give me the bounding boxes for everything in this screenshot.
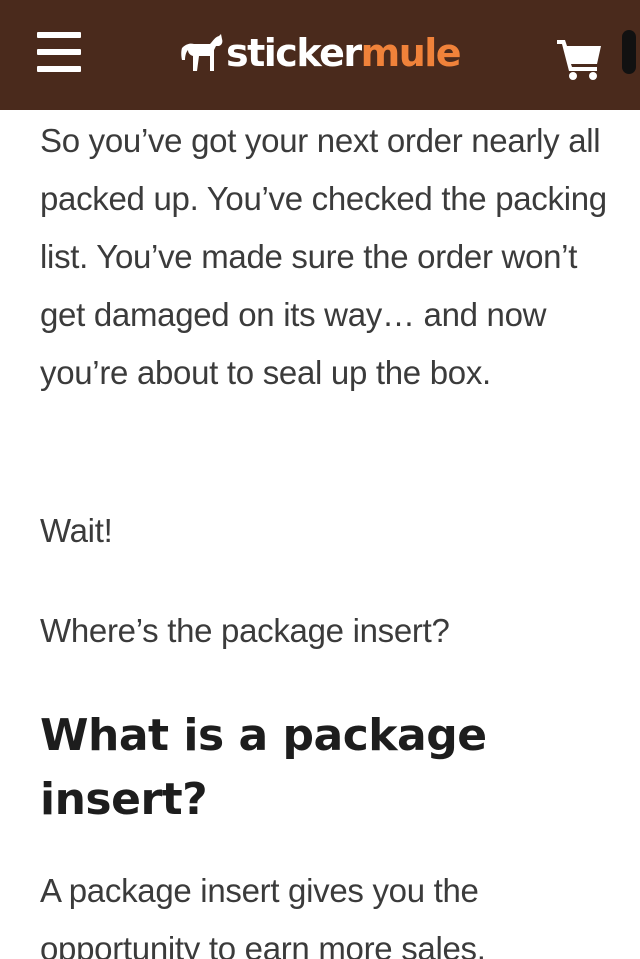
hamburger-menu-icon[interactable] — [37, 32, 81, 72]
scrollbar-thumb[interactable] — [622, 30, 636, 74]
intro-paragraph: So you’ve got your next order nearly all… — [40, 122, 607, 391]
mule-logo-icon — [181, 34, 223, 71]
logo-text-sticker: sticker — [226, 31, 362, 75]
section-heading: What is a package insert? — [40, 710, 487, 825]
wait-paragraph: Wait! — [40, 512, 113, 549]
next-paragraph: A package insert gives you the opportuni… — [40, 872, 486, 959]
logo-text-mule: mule — [360, 31, 462, 75]
question-paragraph: Where’s the package insert? — [40, 612, 450, 649]
shopping-cart-icon[interactable] — [555, 36, 605, 80]
stickermule-logo[interactable]: stickermule — [180, 28, 462, 78]
top-navigation-bar: stickermule — [0, 0, 640, 110]
